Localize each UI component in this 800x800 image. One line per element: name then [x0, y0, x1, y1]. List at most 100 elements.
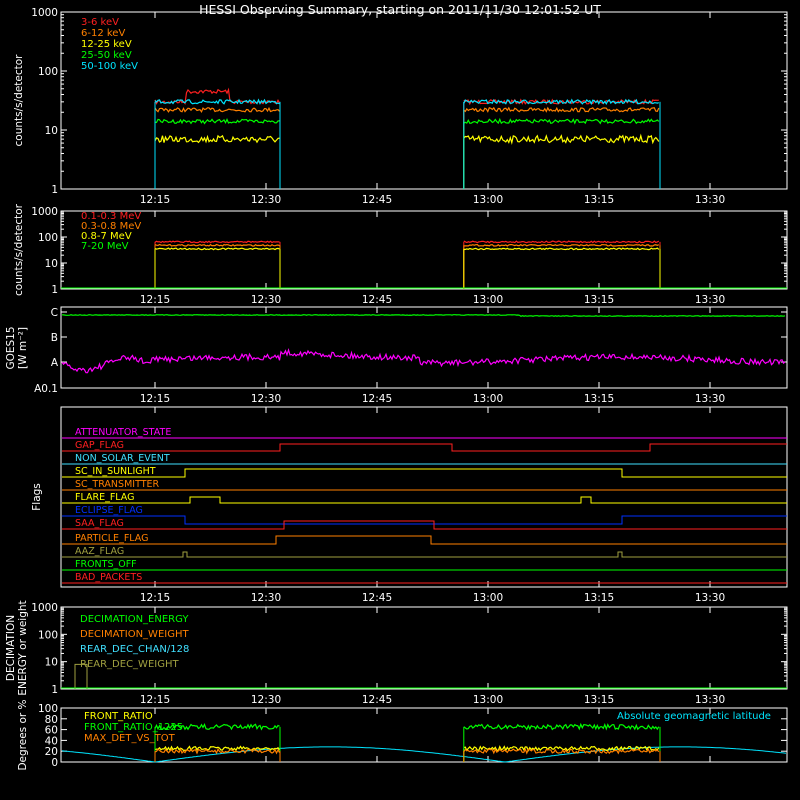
decimation-ylabel-2: ENERGY or weight: [17, 600, 29, 695]
decimation-legend-rear-dec-chan-128: REAR_DEC_CHAN/128: [80, 644, 189, 655]
decimation-y-tick-label: 100: [38, 629, 58, 641]
lightcurve-series-12-25-keV: [154, 134, 280, 144]
flags-label-aaz-flag: AAZ_FLAG: [75, 546, 124, 557]
lightcurve-frame: [60, 11, 788, 190]
gamma-y-tick-label: 1000: [31, 206, 58, 218]
ratio-legend-max-det-vs-tot: MAX_DET_VS_TOT: [84, 733, 176, 744]
flags-label-attenuator-state: ATTENUATOR_STATE: [75, 427, 171, 438]
decimation-y-tick-label: 1000: [31, 602, 58, 614]
flags-x-tick-label: 12:30: [251, 592, 281, 604]
decimation-legend-decimation-weight: DECIMATION_WEIGHT: [80, 629, 189, 640]
flags-label-saa-flag: SAA_FLAG: [75, 518, 124, 529]
lightcurve-legend-50-100-kev: 50-100 keV: [81, 61, 138, 72]
gamma-x-tick-label: 13:00: [473, 294, 503, 306]
ratio-y-tick-label: 0: [51, 757, 58, 769]
lightcurve-series-50-100-keV: [463, 98, 659, 106]
decimation-ylabel: DECIMATION: [5, 615, 17, 681]
decimation-x-tick-label: 13:30: [695, 694, 725, 706]
flags-trace-saa-flag: [62, 520, 787, 530]
gamma-x-tick-label: 12:45: [362, 294, 392, 306]
ratio-y-tick-label: 100: [38, 703, 58, 715]
flags-label-flare-flag: FLARE_FLAG: [75, 492, 135, 503]
lightcurve-x-tick-label: 12:30: [251, 194, 281, 206]
lightcurve-x-tick-label: 13:30: [695, 194, 725, 206]
lightcurve-x-tick-label: 12:45: [362, 194, 392, 206]
flags-label-non-solar-event: NON_SOLAR_EVENT: [75, 453, 170, 464]
flags-label-eclipse-flag: ECLIPSE_FLAG: [75, 505, 143, 516]
lightcurve-y-tick-label: 10: [45, 125, 58, 137]
lightcurve-ylabel: counts/s/detector: [13, 54, 25, 147]
goes-ylabel-units: [W m⁻²]: [17, 327, 29, 369]
flags-x-tick-label: 13:15: [584, 592, 614, 604]
gamma-series-0-8-7-MeV: [463, 247, 660, 251]
decimation-x-tick-label: 13:00: [473, 694, 503, 706]
lightcurve-series-6-12-keV: [154, 106, 280, 114]
flags-x-tick-label: 13:00: [473, 592, 503, 604]
lightcurve-series-50-100-keV: [154, 98, 280, 105]
decimation-x-tick-label: 12:30: [251, 694, 281, 706]
gamma-legend-7-20-mev: 7-20 MeV: [81, 241, 129, 252]
goes-series-short: [61, 347, 786, 374]
gamma-series-0-1-0-3-MeV: [154, 240, 280, 244]
lightcurve-x-tick-label: 12:15: [140, 194, 170, 206]
goes-y-tick-label: C: [51, 307, 58, 319]
observing-summary-plot: 110100100012:15 12:30 12:45 13:00 13:15 13:30…: [5, 7, 788, 771]
gamma-x-tick-label: 12:30: [251, 294, 281, 306]
lightcurve-legend-25-50-kev: 25-50 keV: [81, 50, 132, 61]
goes-y-tick-label: B: [51, 332, 58, 344]
gamma-x-tick-label: 13:15: [584, 294, 614, 306]
decimation-y-tick-label: 1: [51, 684, 58, 696]
decimation-x-tick-label: 12:45: [362, 694, 392, 706]
lightcurve-y-tick-label: 1: [51, 184, 58, 196]
lightcurve-x-tick-label: 13:15: [584, 194, 614, 206]
flags-trace-flare-flag: [62, 496, 787, 504]
goes-frame: [60, 306, 788, 389]
goes-y-tick-label: A0.1: [34, 383, 58, 395]
gamma-x-tick-label: 12:15: [140, 294, 170, 306]
ratio-series-front-ratio-1225: [463, 722, 660, 731]
lightcurve-y-tick-label: 1000: [31, 7, 58, 19]
flags-label-bad-packets: BAD_PACKETS: [75, 572, 142, 583]
goes-x-tick-label: 13:15: [584, 393, 614, 405]
lightcurve-legend-12-25-kev: 12-25 keV: [81, 39, 132, 50]
lightcurve-y-tick-label: 100: [38, 66, 58, 78]
lightcurve-legend-6-12-kev: 6-12 keV: [81, 28, 125, 39]
ratio-y-tick-label: 80: [45, 714, 58, 726]
decimation-x-tick-label: 13:15: [584, 694, 614, 706]
ratio-y-tick-label: 40: [45, 735, 58, 747]
goes-x-tick-label: 12:45: [362, 393, 392, 405]
gamma-ylabel: counts/s/detector: [13, 203, 25, 296]
ratio-annotation-geomagnetic: Absolute geomagnetic latitude: [617, 711, 771, 722]
gamma-y-tick-label: 100: [38, 232, 58, 244]
goes-x-tick-label: 12:15: [140, 393, 170, 405]
lightcurve-series-25-50-keV: [463, 117, 660, 125]
flags-trace-sc-in-sunlight: [62, 468, 787, 478]
gamma-series-0-3-0-8-MeV: [463, 243, 660, 247]
gamma-x-tick-label: 13:30: [695, 294, 725, 306]
flags-label-sc-transmitter: SC_TRANSMITTER: [75, 479, 160, 490]
lightcurve-legend-3-6-kev: 3-6 keV: [81, 17, 119, 28]
lightcurve-series-25-50-keV: [154, 118, 280, 125]
flags-label-sc-in-sunlight: SC_IN_SUNLIGHT: [75, 466, 156, 477]
ratio-legend-front-ratio: FRONT_RATIO: [84, 711, 153, 722]
lightcurve-series-6-12-keV: [463, 106, 660, 113]
flags-x-tick-label: 12:45: [362, 592, 392, 604]
flags-trace-gap_flag: [62, 443, 787, 452]
flags-trace-aaz-flag: [62, 551, 787, 558]
gamma-frame: [60, 210, 788, 290]
lightcurve-x-tick-label: 13:00: [473, 194, 503, 206]
decimation-legend-decimation-energy: DECIMATION_ENERGY: [80, 614, 189, 625]
flags-label-particle-flag: PARTICLE_FLAG: [75, 533, 148, 544]
ratio-y-tick-label: 60: [45, 725, 58, 737]
ratio-ylabel: Degrees or %: [17, 699, 29, 770]
flags-label-fronts-off: FRONTS_OFF: [75, 559, 137, 570]
gamma-y-tick-label: 10: [45, 258, 58, 270]
goes-x-tick-label: 12:30: [251, 393, 281, 405]
gamma-series-0-1-0-3-MeV: [463, 240, 660, 244]
flags-x-tick-label: 12:15: [140, 592, 170, 604]
goes-x-tick-label: 13:30: [695, 393, 725, 405]
lightcurve-series-12-25-keV: [463, 133, 660, 145]
gamma-series-0-3-0-8-MeV: [154, 243, 280, 247]
flags-trace-eclipse-flag: [62, 515, 787, 525]
gamma-y-tick-label: 1: [51, 284, 58, 296]
